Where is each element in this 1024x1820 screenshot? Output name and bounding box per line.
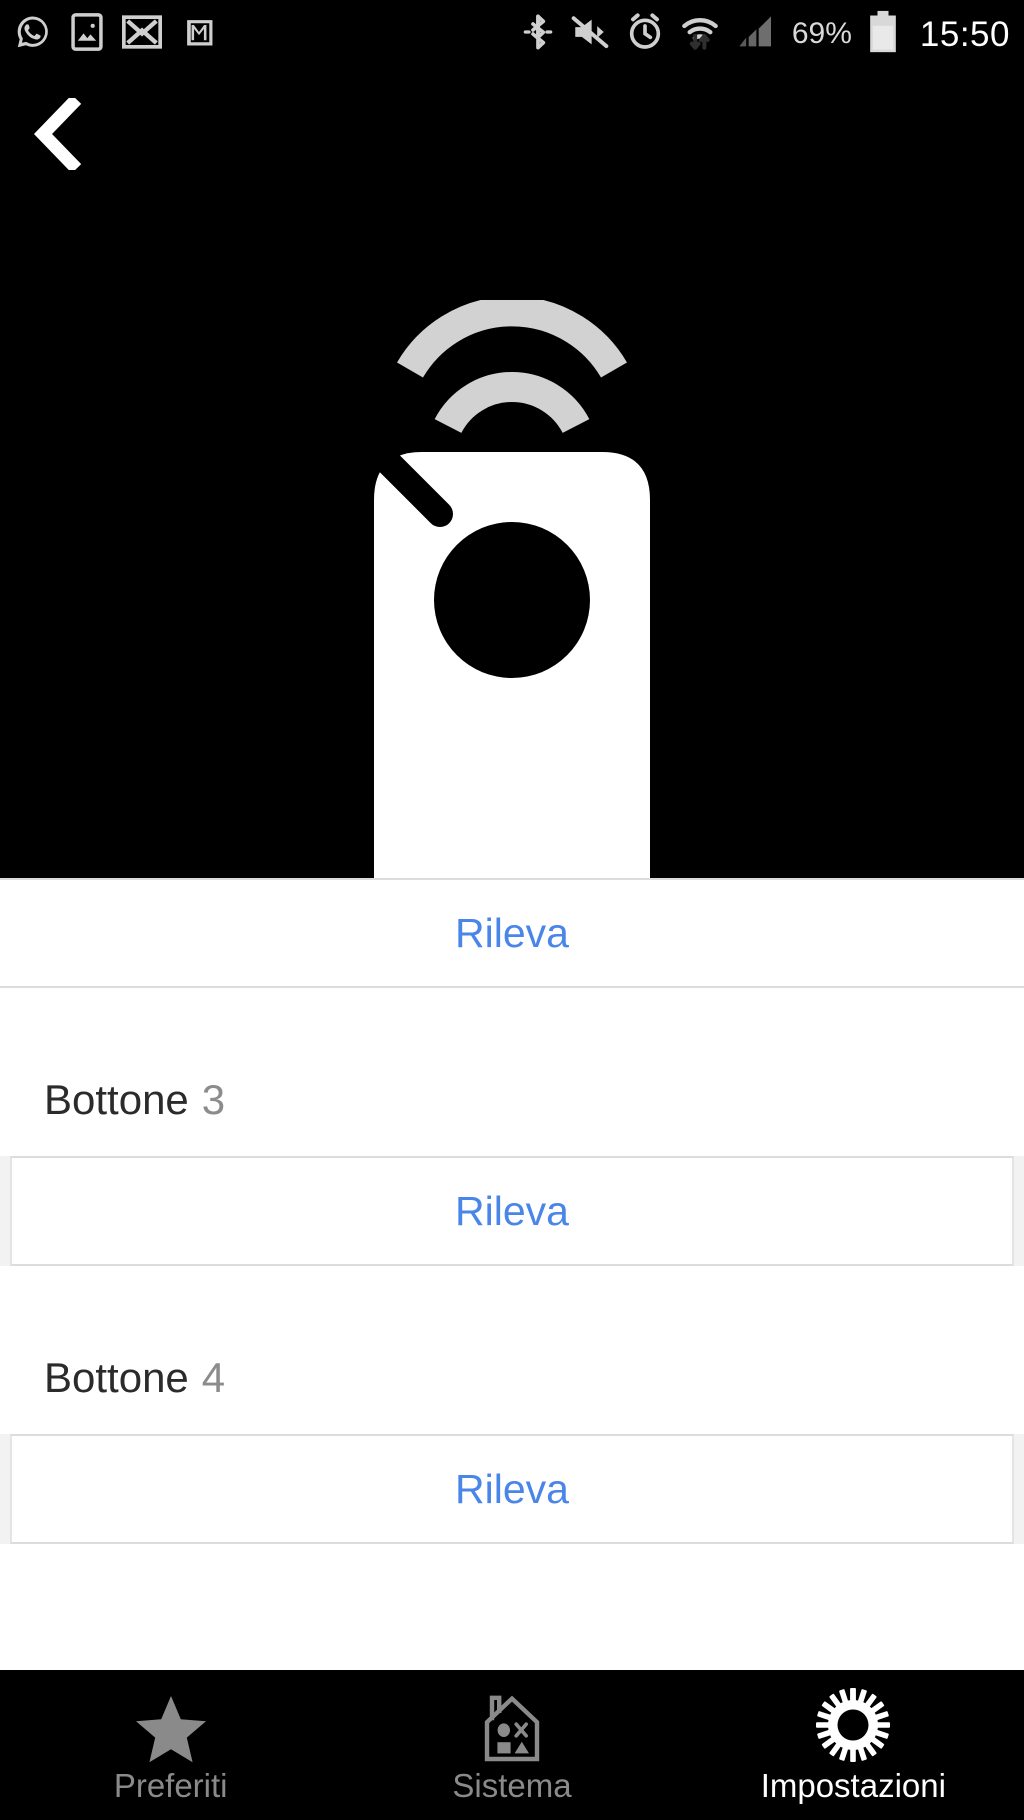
tab-impostazioni-label: Impostazioni (760, 1766, 946, 1804)
list-gap-1 (0, 988, 1024, 1044)
tab-preferiti-label: Preferiti (113, 1766, 228, 1804)
status-bar-clock: 15:50 (919, 14, 1010, 54)
detect-button-4-label: Rileva (455, 1465, 569, 1512)
home-icon (477, 1691, 547, 1763)
bottom-tab-bar: Preferiti Sistema Impostazioni (0, 1670, 1024, 1820)
gmail-icon (180, 13, 218, 56)
status-bar-system-icons: 69% 15:50 (522, 10, 1010, 59)
tab-impostazioni[interactable]: Impostazioni (683, 1672, 1024, 1820)
status-bar-notifications (14, 12, 218, 56)
battery-percent: 69% (791, 17, 852, 50)
list-bottom-spacer (0, 1544, 1024, 1670)
settings-list: Rileva Bottone 3 Rileva Bottone 4 Rileva (0, 878, 1024, 1670)
group-title-bottone-3-number: 3 (201, 1076, 226, 1123)
group-title-bottone-3: Bottone 3 (0, 1044, 1024, 1156)
mail-x-icon (122, 14, 162, 54)
group-title-bottone-3-name: Bottone (44, 1076, 189, 1123)
back-button[interactable] (18, 94, 98, 176)
detect-button-2-label: Rileva (455, 909, 569, 956)
group-title-bottone-4-number: 4 (201, 1354, 226, 1401)
gallery-icon (70, 12, 104, 56)
chevron-left-icon (30, 94, 86, 175)
wifi-icon (680, 12, 720, 57)
gear-icon (815, 1687, 891, 1763)
group-title-bottone-4-name: Bottone (44, 1354, 189, 1401)
device-hero (0, 68, 1024, 878)
alarm-icon (626, 12, 664, 57)
star-icon (135, 1691, 207, 1763)
detect-button-3[interactable]: Rileva (10, 1156, 1014, 1266)
detect-button-4[interactable]: Rileva (10, 1434, 1014, 1544)
app-screen: 69% 15:50 Rileva Bottone 3 Rileva Botton… (0, 0, 1024, 1820)
status-bar: 69% 15:50 (0, 0, 1024, 68)
tab-preferiti[interactable]: Preferiti (0, 1672, 341, 1820)
list-gap-2 (0, 1266, 1024, 1322)
tab-sistema[interactable]: Sistema (341, 1672, 682, 1820)
whatsapp-icon (14, 13, 52, 56)
battery-icon (868, 10, 898, 59)
tab-sistema-label: Sistema (452, 1766, 572, 1804)
signal-icon (736, 13, 776, 56)
mute-icon (570, 14, 610, 55)
detect-button-2[interactable]: Rileva (0, 878, 1024, 988)
ir-remote-icon (362, 296, 662, 878)
group-title-bottone-4: Bottone 4 (0, 1322, 1024, 1434)
detect-button-3-label: Rileva (455, 1187, 569, 1234)
bluetooth-icon (522, 12, 554, 57)
